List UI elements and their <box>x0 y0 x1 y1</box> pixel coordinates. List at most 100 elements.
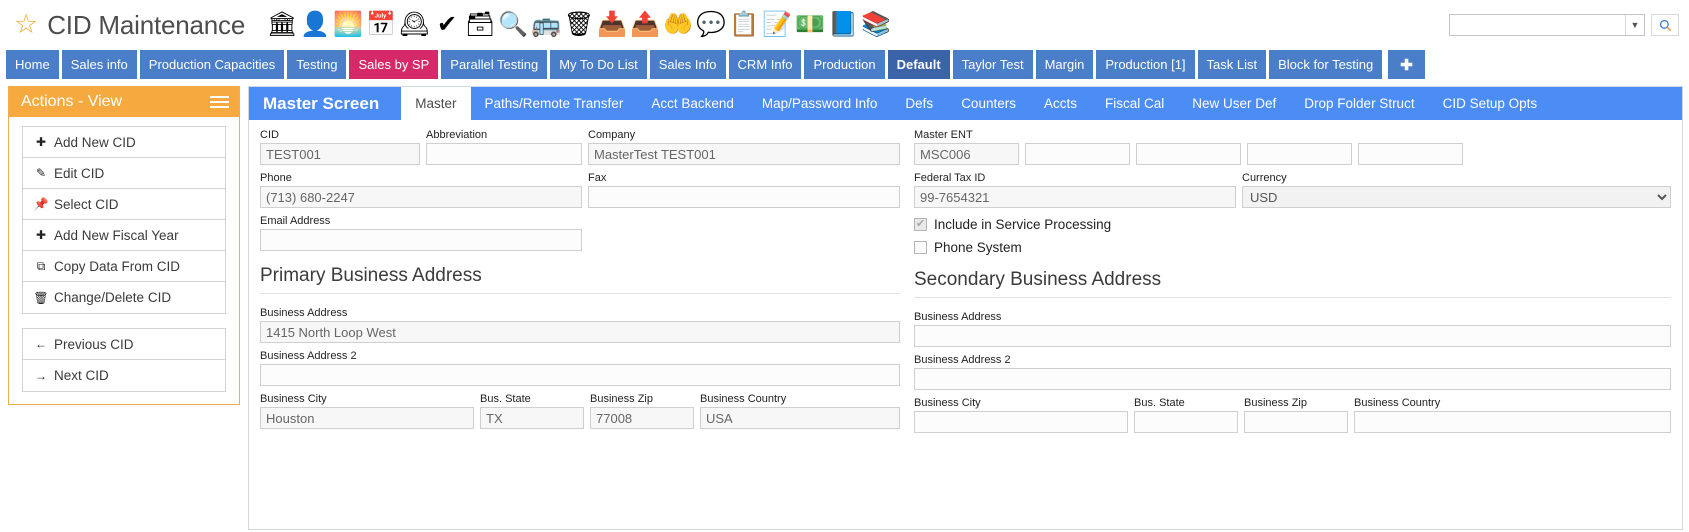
tab-block-for-testing[interactable]: Block for Testing <box>1269 50 1383 79</box>
abbreviation-input[interactable] <box>426 143 582 165</box>
company-input[interactable] <box>588 143 900 165</box>
sidebar-change-delete-cid-button[interactable]: 🗑 Change/Delete CID <box>23 282 225 313</box>
calendar-icon[interactable]: 📅 <box>366 10 396 40</box>
tab-my-to-do-list[interactable]: My To Do List <box>550 50 647 79</box>
tab-sales-info[interactable]: Sales info <box>61 50 137 79</box>
include-service-processing-checkbox[interactable]: ✔ <box>914 218 927 231</box>
chevron-down-icon[interactable]: ▼ <box>1625 15 1644 35</box>
tab-margin[interactable]: Margin <box>1035 50 1094 79</box>
primary-address1-input[interactable] <box>260 321 900 343</box>
email-label: Email Address <box>260 215 331 227</box>
email-input[interactable] <box>260 229 582 251</box>
money-hand-icon[interactable]: 🤲 <box>663 10 693 40</box>
panel-tab-fiscal-cal[interactable]: Fiscal Cal <box>1091 87 1178 120</box>
search-magnifier-icon[interactable]: 🔍 <box>498 10 528 40</box>
master-ent-input-3[interactable] <box>1136 143 1241 165</box>
panel-tab-master[interactable]: Master <box>401 87 471 120</box>
tab-production-capacities[interactable]: Production Capacities <box>139 50 285 79</box>
hamburger-icon[interactable] <box>210 96 229 108</box>
panel-tab-map-password-info[interactable]: Map/Password Info <box>748 87 892 120</box>
master-ent-input-1[interactable] <box>914 143 1019 165</box>
fax-label: Fax <box>588 172 607 184</box>
secondary-state-input[interactable] <box>1134 411 1238 433</box>
tab-home[interactable]: Home <box>6 50 59 79</box>
master-ent-input-5[interactable] <box>1358 143 1463 165</box>
bank-icon[interactable]: 🏛 <box>267 10 297 40</box>
sidebar-select-cid-button[interactable]: 📌 Select CID <box>23 189 225 220</box>
secondary-address1-input[interactable] <box>914 325 1671 347</box>
search-button[interactable] <box>1651 14 1679 36</box>
panel-tab-new-user-def[interactable]: New User Def <box>1178 87 1290 120</box>
field-secondary-zip: Business Zip <box>1244 397 1348 433</box>
primary-address2-input[interactable] <box>260 364 900 386</box>
spreadsheet-icon[interactable]: 🗃 <box>465 10 495 40</box>
tab-taylor-test[interactable]: Taylor Test <box>952 50 1033 79</box>
panel-tab-counters[interactable]: Counters <box>947 87 1030 120</box>
field-secondary-state: Bus. State <box>1134 397 1238 433</box>
add-tab-button[interactable]: ✚ <box>1388 50 1425 79</box>
sidebar-add-new-fiscal-year-button[interactable]: ✚ Add New Fiscal Year <box>23 220 225 251</box>
clipboard-icon[interactable]: 📋 <box>729 10 759 40</box>
download-folder-icon[interactable]: 📥 <box>597 10 627 40</box>
image-icon[interactable]: 🌅 <box>333 10 363 40</box>
clock-icon[interactable]: 🕰 <box>399 10 429 40</box>
tab-crm-info[interactable]: CRM Info <box>728 50 802 79</box>
sidebar-edit-cid-button[interactable]: ✎ Edit CID <box>23 158 225 189</box>
master-ent-input-2[interactable] <box>1025 143 1130 165</box>
copy-icon: ⧉ <box>36 258 46 273</box>
trash-icon[interactable]: 🗑 <box>564 10 594 40</box>
panel-tab-acct-backend[interactable]: Acct Backend <box>637 87 748 120</box>
money-stack-icon[interactable]: 💵 <box>795 10 825 40</box>
cid-input[interactable] <box>260 143 420 165</box>
upload-folder-icon[interactable]: 📤 <box>630 10 660 40</box>
truck-icon[interactable]: 🚌 <box>531 10 561 40</box>
tab-default[interactable]: Default <box>887 50 950 79</box>
person-icon[interactable]: 👤 <box>300 10 330 40</box>
sidebar-item-label: Copy Data From CID <box>54 258 181 274</box>
federal-tax-id-input[interactable] <box>914 186 1236 208</box>
tab-task-list[interactable]: Task List <box>1197 50 1267 79</box>
primary-city-input[interactable] <box>260 407 474 429</box>
sidebar-add-new-cid-button[interactable]: ✚ Add New CID <box>23 127 225 158</box>
secondary-city-input[interactable] <box>914 411 1128 433</box>
tab-sales-info[interactable]: Sales Info <box>649 50 726 79</box>
sidebar-previous-cid-button[interactable]: ← Previous CID <box>23 329 225 360</box>
panel-tab-drop-folder-struct[interactable]: Drop Folder Struct <box>1290 87 1428 120</box>
master-ent-input-4[interactable] <box>1247 143 1352 165</box>
phone-input[interactable] <box>260 186 582 208</box>
primary-country-input[interactable] <box>700 407 900 429</box>
search-input[interactable] <box>1450 15 1625 35</box>
sidebar-copy-data-from-cid-button[interactable]: ⧉ Copy Data From CID <box>23 251 225 282</box>
secondary-address2-input[interactable] <box>914 368 1671 390</box>
secondary-address2-label: Business Address 2 <box>914 354 1011 366</box>
books-icon[interactable]: 📚 <box>861 10 891 40</box>
secondary-country-input[interactable] <box>1354 411 1671 433</box>
phone-system-row[interactable]: Phone System <box>914 240 1671 255</box>
tab-sales-by-sp[interactable]: Sales by SP <box>349 50 439 79</box>
panel-tab-cid-setup-opts[interactable]: CID Setup Opts <box>1429 87 1552 120</box>
tab-testing[interactable]: Testing <box>287 50 347 79</box>
currency-select[interactable]: USD <box>1242 186 1671 208</box>
pencil-note-icon[interactable]: 📝 <box>762 10 792 40</box>
tab-production-1[interactable]: Production [1] <box>1096 50 1195 79</box>
panel-tab-paths-remote-transfer[interactable]: Paths/Remote Transfer <box>471 87 638 120</box>
sidebar-next-cid-button[interactable]: → Next CID <box>23 360 225 391</box>
sidebar-item-label: Add New Fiscal Year <box>54 227 179 243</box>
primary-zip-input[interactable] <box>590 407 694 429</box>
primary-state-input[interactable] <box>480 407 584 429</box>
tab-parallel-testing[interactable]: Parallel Testing <box>441 50 548 79</box>
secondary-zip-label: Business Zip <box>1244 397 1307 409</box>
panel-tab-accts[interactable]: Accts <box>1030 87 1091 120</box>
checkmark-icon[interactable]: ✔ <box>432 10 462 40</box>
dollar-chat-icon[interactable]: 💬 <box>696 10 726 40</box>
include-service-processing-row[interactable]: ✔ Include in Service Processing <box>914 217 1671 232</box>
tab-production[interactable]: Production <box>804 50 885 79</box>
search-combobox[interactable]: ▼ <box>1449 14 1645 36</box>
phone-system-checkbox[interactable] <box>914 241 927 254</box>
globe-book-icon[interactable]: 📘 <box>828 10 858 40</box>
secondary-zip-input[interactable] <box>1244 411 1348 433</box>
fax-input[interactable] <box>588 186 900 208</box>
toolbar-icon-strip: 🏛 👤 🌅 📅 🕰 ✔ 🗃 🔍 🚌 🗑 📥 📤 🤲 💬 📋 📝 💵 📘 📚 <box>267 10 891 40</box>
primary-address1-label: Business Address <box>260 307 348 319</box>
panel-tab-defs[interactable]: Defs <box>891 87 947 120</box>
